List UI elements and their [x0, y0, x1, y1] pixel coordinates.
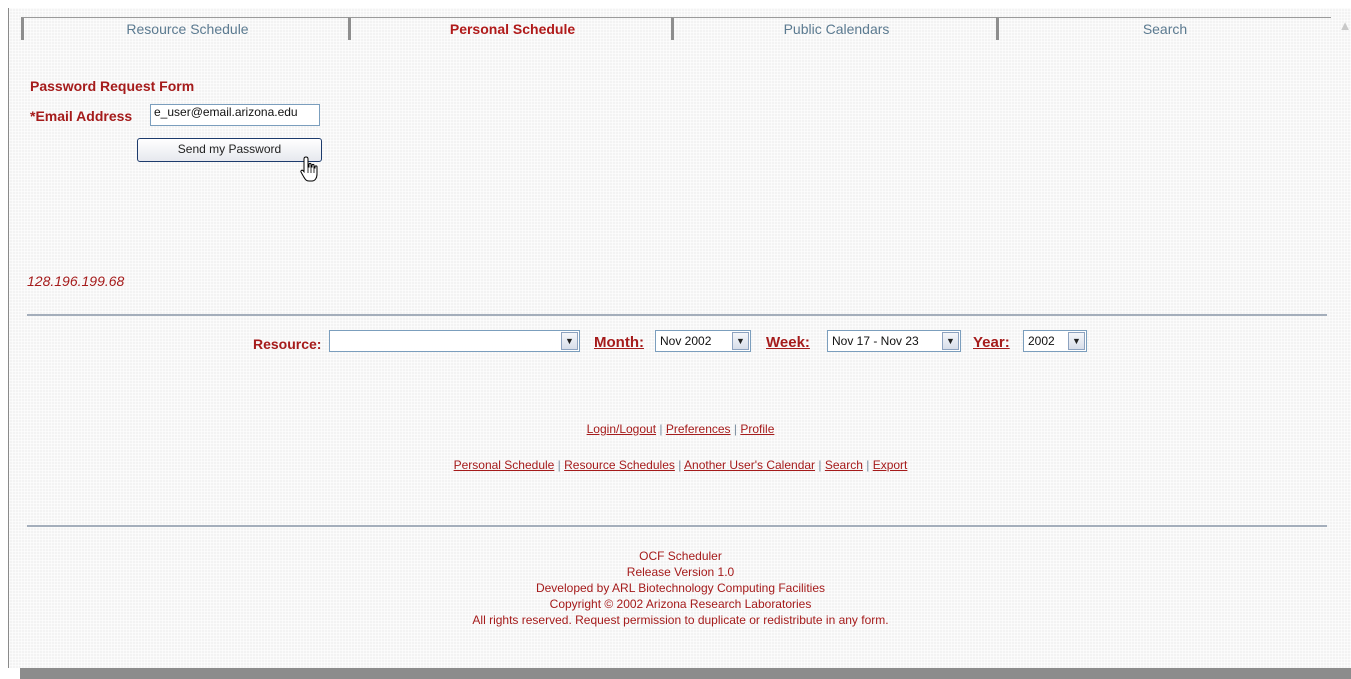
chevron-down-icon[interactable]: ▼ — [942, 332, 959, 350]
app-name: OCF Scheduler — [639, 549, 722, 563]
rights-text: All rights reserved. Request permission … — [472, 613, 889, 627]
personal-schedule-link[interactable]: Personal Schedule — [454, 458, 555, 472]
year-select[interactable]: 2002 ▼ — [1023, 330, 1087, 352]
year-select-value: 2002 — [1028, 334, 1055, 348]
account-links: Login/Logout | Preferences | Profile — [9, 422, 1351, 436]
divider — [27, 525, 1327, 527]
tab-bar: Resource Schedule Personal Schedule Publ… — [21, 17, 1331, 40]
tab-resource-schedule[interactable]: Resource Schedule — [21, 17, 351, 40]
month-link[interactable]: Month: — [594, 334, 644, 351]
week-select[interactable]: Nov 17 - Nov 23 ▼ — [827, 330, 961, 352]
resource-schedules-link[interactable]: Resource Schedules — [564, 458, 675, 472]
resource-select[interactable]: ▼ — [329, 330, 580, 352]
chevron-down-icon[interactable]: ▼ — [1068, 332, 1085, 350]
scroll-up-arrow-icon[interactable]: ▲ — [1336, 16, 1351, 36]
email-label: *Email Address — [30, 108, 133, 124]
year-link[interactable]: Year: — [973, 334, 1010, 351]
hand-pointer-icon — [300, 156, 318, 182]
footer-credits: OCF Scheduler Release Version 1.0 Develo… — [9, 548, 1351, 628]
month-select-value: Nov 2002 — [660, 334, 712, 348]
link-separator: | — [818, 458, 822, 472]
tab-personal-schedule[interactable]: Personal Schedule — [348, 17, 674, 40]
search-link[interactable]: Search — [825, 458, 863, 472]
week-link[interactable]: Week: — [766, 334, 810, 351]
chevron-down-icon[interactable]: ▼ — [561, 332, 578, 350]
send-password-button[interactable]: Send my Password — [137, 138, 322, 162]
navigation-links: Personal Schedule | Resource Schedules |… — [9, 458, 1351, 472]
month-select[interactable]: Nov 2002 ▼ — [655, 330, 751, 352]
app-window: Resource Schedule Personal Schedule Publ… — [8, 8, 1351, 668]
login-logout-link[interactable]: Login/Logout — [587, 422, 656, 436]
link-separator: | — [866, 458, 870, 472]
version-text: Release Version 1.0 — [626, 565, 735, 579]
link-separator: | — [659, 422, 663, 436]
resource-label: Resource: — [253, 336, 322, 352]
email-field[interactable]: e_user@email.arizona.edu — [150, 104, 320, 126]
divider — [27, 314, 1327, 316]
profile-link[interactable]: Profile — [740, 422, 774, 436]
bottom-shadow-bar — [20, 668, 1351, 679]
copyright-text: Copyright © 2002 Arizona Research Labora… — [549, 597, 812, 611]
developer-text: Developed by ARL Biotechnology Computing… — [535, 581, 826, 595]
export-link[interactable]: Export — [873, 458, 908, 472]
week-select-value: Nov 17 - Nov 23 — [832, 334, 919, 348]
link-separator: | — [733, 422, 738, 436]
link-separator: | — [678, 458, 682, 472]
tab-search[interactable]: Search — [996, 17, 1331, 40]
chevron-down-icon[interactable]: ▼ — [732, 332, 749, 350]
form-title: Password Request Form — [30, 78, 195, 94]
preferences-link[interactable]: Preferences — [666, 422, 731, 436]
another-users-calendar-link[interactable]: Another User's Calendar — [684, 458, 815, 472]
ip-address: 128.196.199.68 — [27, 273, 125, 289]
tab-public-calendars[interactable]: Public Calendars — [671, 17, 999, 40]
link-separator: | — [557, 458, 561, 472]
